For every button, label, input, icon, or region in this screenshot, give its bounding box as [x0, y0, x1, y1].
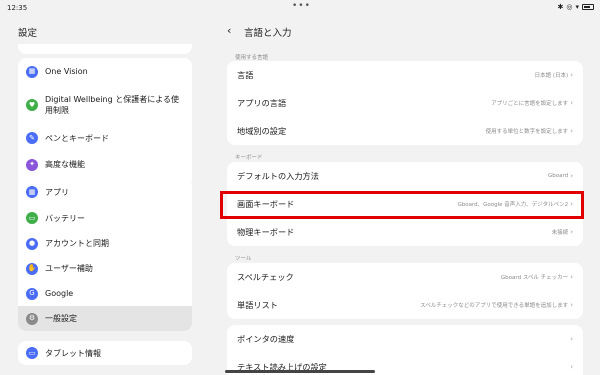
- section-header-languages: 使用する言語: [235, 55, 269, 61]
- gesture-nav-bar[interactable]: [225, 370, 375, 373]
- row-value: スペルチェックなどのアプリで使用できる単語を追加します: [420, 303, 569, 309]
- section-header-keyboard: キーボード: [235, 155, 263, 161]
- row-regional-settings[interactable]: 地域別の設定 使用する単位と数字を設定します ›: [227, 117, 583, 145]
- pointer-card: ポインタの速度 › テキスト読み上げの設定 ›: [227, 325, 583, 375]
- chevron-right-icon: ›: [570, 172, 573, 180]
- multitask-dots-icon[interactable]: •••: [292, 1, 311, 11]
- row-label: アプリの言語: [237, 98, 287, 108]
- menu-item-pen-keyboard[interactable]: ✎ ペンとキーボード: [18, 125, 192, 151]
- chevron-right-icon: ›: [570, 71, 573, 79]
- settings-menu-pane: 設定 ▦ One Vision ♥ Digital Wellbeing と保護者…: [0, 16, 210, 375]
- mute-icon: ◎: [566, 3, 573, 11]
- row-value: Gboard スペル チェッカー: [500, 275, 569, 281]
- row-value: 日本語 (日本): [534, 73, 569, 79]
- battery-icon: ▭: [26, 212, 38, 224]
- account-icon: ●: [26, 237, 38, 250]
- scrolled-card-edge: [18, 44, 192, 54]
- row-languages[interactable]: 言語 日本語 (日本) ›: [227, 61, 583, 89]
- row-value: アプリごとに言語を設定します: [491, 101, 569, 107]
- menu-item-label: Google: [45, 289, 74, 298]
- annotation-highlight-box: [220, 191, 584, 219]
- row-label: 物理キーボード: [237, 227, 295, 237]
- menu-item-label: One Vision: [45, 67, 88, 76]
- row-value: 未接続: [551, 230, 569, 236]
- menu-item-label: 一般設定: [45, 314, 77, 323]
- row-app-languages[interactable]: アプリの言語 アプリごとに言語を設定します ›: [227, 89, 583, 117]
- status-bar: 12:35 ••• ✱ ◎ ▾: [0, 0, 600, 16]
- wellbeing-icon: ♥: [26, 99, 38, 111]
- back-arrow-icon[interactable]: ‹: [227, 24, 231, 37]
- battery-status-icon: [582, 4, 594, 10]
- chevron-right-icon: ›: [570, 127, 573, 135]
- menu-item-label: アプリ: [45, 187, 69, 197]
- menu-item-label: タブレット情報: [45, 348, 101, 358]
- google-icon: G: [26, 287, 38, 300]
- menu-item-advanced[interactable]: ✦ 高度な機能: [18, 151, 192, 178]
- bluetooth-icon: ✱: [557, 3, 564, 11]
- row-label: スペルチェック: [237, 272, 294, 282]
- general-settings-icon: ⚙: [26, 312, 38, 325]
- settings-title: 設定: [18, 28, 38, 39]
- chevron-right-icon: ›: [570, 273, 573, 281]
- menu-item-label: ユーザー補助: [45, 264, 93, 273]
- settings-group-1: ▦ One Vision ♥ Digital Wellbeing と保護者による…: [18, 58, 192, 188]
- wifi-icon: ▾: [575, 3, 579, 11]
- status-time: 12:35: [7, 4, 28, 12]
- row-label: ポインタの速度: [237, 334, 295, 344]
- menu-item-label: ペンとキーボード: [45, 133, 109, 143]
- menu-item-battery[interactable]: ▭ バッテリー: [18, 205, 192, 231]
- menu-item-tablet-info[interactable]: ▭ タブレット情報: [18, 341, 192, 365]
- menu-item-accessibility[interactable]: ✋ ユーザー補助: [18, 256, 192, 281]
- languages-card: 言語 日本語 (日本) › アプリの言語 アプリごとに言語を設定します › 地域別の…: [227, 61, 583, 145]
- menu-item-label: Digital Wellbeing と保護者による使用制限: [45, 95, 179, 115]
- row-label: 単語リスト: [237, 300, 278, 310]
- menu-item-digital-wellbeing[interactable]: ♥ Digital Wellbeing と保護者による使用制限: [18, 85, 192, 125]
- row-label: 地域別の設定: [237, 126, 287, 136]
- apps-icon: ▦: [26, 186, 38, 198]
- menu-item-general-settings[interactable]: ⚙ 一般設定: [18, 306, 192, 331]
- settings-group-3: ▭ タブレット情報: [18, 341, 192, 365]
- grid-icon: ▦: [26, 65, 38, 78]
- menu-item-google[interactable]: G Google: [18, 281, 192, 306]
- chevron-right-icon: ›: [570, 363, 573, 371]
- system-icons: ✱ ◎ ▾: [557, 3, 594, 11]
- row-default-input-method[interactable]: デフォルトの入力方法 Gboard ›: [227, 162, 583, 190]
- chevron-right-icon: ›: [570, 99, 573, 107]
- menu-item-label: アカウントと同期: [45, 239, 109, 248]
- chevron-right-icon: ›: [570, 335, 573, 343]
- row-word-list[interactable]: 単語リスト スペルチェックなどのアプリで使用できる単語を追加します ›: [227, 291, 583, 319]
- menu-item-accounts-sync[interactable]: ● アカウントと同期: [18, 231, 192, 256]
- menu-item-apps[interactable]: ▦ アプリ: [18, 179, 192, 205]
- menu-item-label: 高度な機能: [45, 160, 85, 169]
- settings-group-2: ▦ アプリ ▭ バッテリー ● アカウントと同期 ✋ ユーザー補助 G Goog…: [18, 179, 192, 331]
- tablet-info-icon: ▭: [26, 347, 38, 359]
- row-spell-check[interactable]: スペルチェック Gboard スペル チェッカー ›: [227, 263, 583, 291]
- advanced-icon: ✦: [26, 158, 38, 171]
- row-value: Gboard: [548, 173, 569, 179]
- chevron-right-icon: ›: [570, 228, 573, 236]
- row-value: 使用する単位と数字を設定します: [485, 129, 569, 135]
- section-header-tools: ツール: [235, 256, 252, 262]
- menu-item-one-vision[interactable]: ▦ One Vision: [18, 58, 192, 85]
- row-physical-keyboard[interactable]: 物理キーボード 未接続 ›: [227, 218, 583, 246]
- chevron-right-icon: ›: [570, 301, 573, 309]
- tools-card: スペルチェック Gboard スペル チェッカー › 単語リスト スペルチェックな…: [227, 263, 583, 319]
- menu-item-label: バッテリー: [45, 213, 85, 223]
- accessibility-icon: ✋: [26, 262, 38, 275]
- row-label: デフォルトの入力方法: [237, 171, 319, 181]
- row-pointer-speed[interactable]: ポインタの速度 ›: [227, 325, 583, 353]
- row-label: 言語: [237, 70, 254, 80]
- pen-icon: ✎: [26, 132, 38, 144]
- page-title: 言語と入力: [244, 28, 292, 39]
